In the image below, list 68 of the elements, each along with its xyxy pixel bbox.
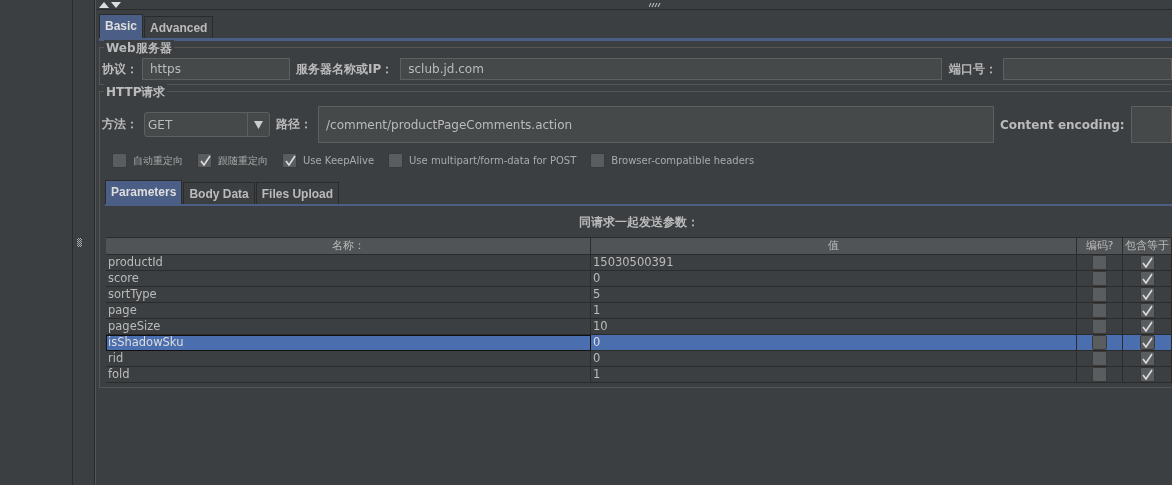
checkbox-label: 跟随重定向 [218,153,268,168]
checkbox[interactable] [1139,287,1155,302]
table-cell: 0 [591,271,1077,287]
field-label: 协议： [102,60,138,78]
field-label: 路径： [276,116,312,133]
checkbox[interactable] [1139,319,1155,334]
table-cell: isShadowSku [106,335,591,351]
checkbox-label: Use KeepAlive [303,155,375,166]
checkbox[interactable] [590,153,606,168]
field-label: 端口号： [949,60,998,78]
column-header[interactable]: 包含等于 [1123,238,1172,255]
checkbox[interactable] [1092,319,1107,334]
table-cell: rid [106,351,591,367]
collapse-arrows-icon[interactable] [98,1,122,8]
checkbox[interactable] [1092,351,1107,366]
table-cell: 1 [591,303,1077,319]
path-field[interactable]: /comment/productPageComments.action [318,106,994,143]
checkbox[interactable] [1139,335,1155,350]
table-cell: productId [106,255,591,271]
checkbox[interactable] [1139,271,1155,286]
group-title: HTTP请求 [104,84,168,101]
tab[interactable]: Advanced [144,16,214,38]
checkbox[interactable] [1092,303,1107,318]
checkbox[interactable] [1092,271,1107,286]
table-cell: 0 [591,351,1077,367]
checkbox[interactable] [1092,287,1107,302]
checkbox[interactable] [282,153,297,168]
checkbox[interactable] [1092,335,1107,350]
column-header[interactable]: 名称： [106,238,591,255]
checkbox[interactable] [1139,303,1155,318]
field-label: 方法： [102,116,138,133]
table-cell: 1 [591,367,1077,383]
group-title: Web服务器 [104,40,174,57]
checkbox[interactable] [1092,255,1107,270]
field-label: Content encoding: [1000,117,1125,132]
table-title: 同请求一起发送参数： [577,214,700,231]
caret-icon [254,120,263,129]
checkbox[interactable] [388,153,404,168]
grip-icon[interactable] [649,3,661,7]
server-field[interactable]: sclub.jd.com [400,58,943,80]
checkbox-label: 自动重定向 [133,153,183,168]
encoding-field[interactable] [1130,106,1172,143]
table-cell: score [106,271,591,287]
column-header[interactable]: 值 [591,238,1077,255]
field-label: 服务器名称或IP： [296,60,394,78]
checkbox[interactable] [1139,351,1155,366]
checkbox-label: Use multipart/form-data for POST [409,155,577,166]
table-cell: 0 [591,335,1077,351]
tab[interactable]: Basic [99,14,144,38]
checkbox[interactable] [1139,367,1155,382]
checkbox[interactable] [197,153,212,168]
checkbox[interactable] [1092,367,1107,382]
port-field[interactable] [1003,58,1172,80]
protocol-field[interactable]: https [142,58,290,80]
table-cell: sortType [106,287,591,303]
table-cell: page [106,303,591,319]
column-header[interactable]: 编码? [1077,238,1123,255]
grip-icon[interactable] [77,238,82,247]
tab[interactable]: Files Upload [255,182,340,204]
checkbox-label: Browser-compatible headers [611,155,755,166]
table-cell: 5 [591,287,1077,303]
table-cell: 15030500391 [591,255,1077,271]
table-cell: fold [106,367,591,383]
tab[interactable]: Parameters [105,180,183,204]
tab[interactable]: Body Data [183,182,255,204]
method-dropdown[interactable]: GET [144,112,270,137]
checkbox[interactable] [112,153,127,168]
checkbox[interactable] [1139,255,1155,270]
